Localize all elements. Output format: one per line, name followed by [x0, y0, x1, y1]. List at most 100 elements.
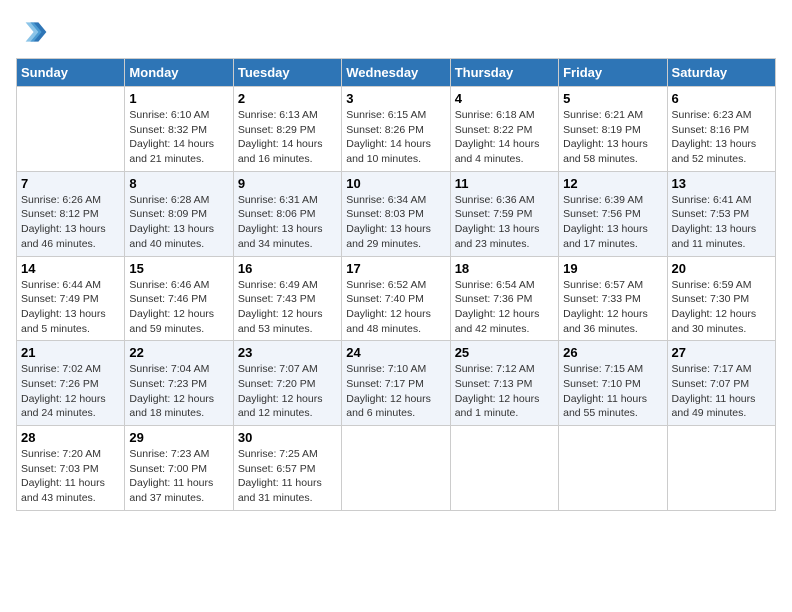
calendar-cell: 19 Sunrise: 6:57 AMSunset: 7:33 PMDayligh…	[559, 256, 667, 341]
calendar-cell: 27 Sunrise: 7:17 AMSunset: 7:07 PMDayligh…	[667, 341, 775, 426]
day-info: Sunrise: 6:52 AMSunset: 7:40 PMDaylight:…	[346, 278, 445, 337]
calendar-cell: 3 Sunrise: 6:15 AMSunset: 8:26 PMDaylight…	[342, 87, 450, 172]
calendar-cell: 14 Sunrise: 6:44 AMSunset: 7:49 PMDayligh…	[17, 256, 125, 341]
day-number: 10	[346, 176, 445, 191]
calendar-cell: 25 Sunrise: 7:12 AMSunset: 7:13 PMDayligh…	[450, 341, 558, 426]
day-info: Sunrise: 6:57 AMSunset: 7:33 PMDaylight:…	[563, 278, 662, 337]
day-info: Sunrise: 6:44 AMSunset: 7:49 PMDaylight:…	[21, 278, 120, 337]
day-info: Sunrise: 7:10 AMSunset: 7:17 PMDaylight:…	[346, 362, 445, 421]
weekday-header: Thursday	[450, 59, 558, 87]
day-info: Sunrise: 6:31 AMSunset: 8:06 PMDaylight:…	[238, 193, 337, 252]
calendar-cell: 12 Sunrise: 6:39 AMSunset: 7:56 PMDayligh…	[559, 171, 667, 256]
calendar-cell: 4 Sunrise: 6:18 AMSunset: 8:22 PMDaylight…	[450, 87, 558, 172]
calendar-cell	[342, 426, 450, 511]
calendar-cell: 30Sunrise: 7:25 AMSunset: 6:57 PMDayligh…	[233, 426, 341, 511]
calendar-cell: 1 Sunrise: 6:10 AMSunset: 8:32 PMDaylight…	[125, 87, 233, 172]
calendar-cell: 29 Sunrise: 7:23 AMSunset: 7:00 PMDayligh…	[125, 426, 233, 511]
day-info: Sunrise: 6:15 AMSunset: 8:26 PMDaylight:…	[346, 108, 445, 167]
day-number: 25	[455, 345, 554, 360]
calendar-cell: 6 Sunrise: 6:23 AMSunset: 8:16 PMDaylight…	[667, 87, 775, 172]
calendar-cell	[559, 426, 667, 511]
day-number: 24	[346, 345, 445, 360]
day-number: 18	[455, 261, 554, 276]
day-number: 1	[129, 91, 228, 106]
calendar-cell: 10Sunrise: 6:34 AMSunset: 8:03 PMDayligh…	[342, 171, 450, 256]
calendar-cell	[17, 87, 125, 172]
day-number: 2	[238, 91, 337, 106]
day-number: 12	[563, 176, 662, 191]
day-number: 17	[346, 261, 445, 276]
calendar-body: 1 Sunrise: 6:10 AMSunset: 8:32 PMDaylight…	[17, 87, 776, 511]
day-number: 11	[455, 176, 554, 191]
weekday-header: Friday	[559, 59, 667, 87]
day-info: Sunrise: 7:15 AMSunset: 7:10 PMDaylight:…	[563, 362, 662, 421]
calendar-cell: 28Sunrise: 7:20 AMSunset: 7:03 PMDayligh…	[17, 426, 125, 511]
calendar-cell: 7 Sunrise: 6:26 AMSunset: 8:12 PMDaylight…	[17, 171, 125, 256]
calendar-cell: 21Sunrise: 7:02 AMSunset: 7:26 PMDayligh…	[17, 341, 125, 426]
day-number: 28	[21, 430, 120, 445]
calendar-table: SundayMondayTuesdayWednesdayThursdayFrid…	[16, 58, 776, 511]
calendar-cell: 2 Sunrise: 6:13 AMSunset: 8:29 PMDaylight…	[233, 87, 341, 172]
calendar-header: SundayMondayTuesdayWednesdayThursdayFrid…	[17, 59, 776, 87]
calendar-cell: 13 Sunrise: 6:41 AMSunset: 7:53 PMDayligh…	[667, 171, 775, 256]
calendar-week-row: 14 Sunrise: 6:44 AMSunset: 7:49 PMDayligh…	[17, 256, 776, 341]
weekday-header: Tuesday	[233, 59, 341, 87]
day-info: Sunrise: 6:21 AMSunset: 8:19 PMDaylight:…	[563, 108, 662, 167]
day-number: 19	[563, 261, 662, 276]
logo-icon	[16, 16, 48, 48]
day-info: Sunrise: 7:23 AMSunset: 7:00 PMDaylight:…	[129, 447, 228, 506]
calendar-cell: 11 Sunrise: 6:36 AMSunset: 7:59 PMDayligh…	[450, 171, 558, 256]
calendar-week-row: 21Sunrise: 7:02 AMSunset: 7:26 PMDayligh…	[17, 341, 776, 426]
day-number: 7	[21, 176, 120, 191]
weekday-header: Saturday	[667, 59, 775, 87]
day-info: Sunrise: 6:10 AMSunset: 8:32 PMDaylight:…	[129, 108, 228, 167]
page-header	[16, 16, 776, 48]
weekday-header: Monday	[125, 59, 233, 87]
weekday-header: Wednesday	[342, 59, 450, 87]
day-number: 14	[21, 261, 120, 276]
calendar-cell: 15 Sunrise: 6:46 AMSunset: 7:46 PMDayligh…	[125, 256, 233, 341]
calendar-cell: 8 Sunrise: 6:28 AMSunset: 8:09 PMDaylight…	[125, 171, 233, 256]
weekday-header: Sunday	[17, 59, 125, 87]
day-info: Sunrise: 6:13 AMSunset: 8:29 PMDaylight:…	[238, 108, 337, 167]
calendar-week-row: 28Sunrise: 7:20 AMSunset: 7:03 PMDayligh…	[17, 426, 776, 511]
day-number: 30	[238, 430, 337, 445]
logo	[16, 16, 52, 48]
day-info: Sunrise: 6:26 AMSunset: 8:12 PMDaylight:…	[21, 193, 120, 252]
day-info: Sunrise: 6:59 AMSunset: 7:30 PMDaylight:…	[672, 278, 771, 337]
day-info: Sunrise: 7:07 AMSunset: 7:20 PMDaylight:…	[238, 362, 337, 421]
day-info: Sunrise: 7:04 AMSunset: 7:23 PMDaylight:…	[129, 362, 228, 421]
day-info: Sunrise: 6:49 AMSunset: 7:43 PMDaylight:…	[238, 278, 337, 337]
day-info: Sunrise: 6:46 AMSunset: 7:46 PMDaylight:…	[129, 278, 228, 337]
day-info: Sunrise: 6:23 AMSunset: 8:16 PMDaylight:…	[672, 108, 771, 167]
day-number: 15	[129, 261, 228, 276]
day-number: 9	[238, 176, 337, 191]
day-number: 29	[129, 430, 228, 445]
calendar-cell: 17 Sunrise: 6:52 AMSunset: 7:40 PMDayligh…	[342, 256, 450, 341]
day-number: 5	[563, 91, 662, 106]
day-info: Sunrise: 6:54 AMSunset: 7:36 PMDaylight:…	[455, 278, 554, 337]
day-number: 27	[672, 345, 771, 360]
calendar-week-row: 1 Sunrise: 6:10 AMSunset: 8:32 PMDaylight…	[17, 87, 776, 172]
day-number: 26	[563, 345, 662, 360]
day-number: 13	[672, 176, 771, 191]
day-number: 6	[672, 91, 771, 106]
day-number: 8	[129, 176, 228, 191]
day-info: Sunrise: 6:39 AMSunset: 7:56 PMDaylight:…	[563, 193, 662, 252]
day-number: 21	[21, 345, 120, 360]
calendar-cell: 18 Sunrise: 6:54 AMSunset: 7:36 PMDayligh…	[450, 256, 558, 341]
calendar-cell: 16Sunrise: 6:49 AMSunset: 7:43 PMDayligh…	[233, 256, 341, 341]
day-info: Sunrise: 7:12 AMSunset: 7:13 PMDaylight:…	[455, 362, 554, 421]
day-number: 3	[346, 91, 445, 106]
calendar-week-row: 7 Sunrise: 6:26 AMSunset: 8:12 PMDaylight…	[17, 171, 776, 256]
day-info: Sunrise: 6:41 AMSunset: 7:53 PMDaylight:…	[672, 193, 771, 252]
calendar-cell: 5 Sunrise: 6:21 AMSunset: 8:19 PMDaylight…	[559, 87, 667, 172]
day-number: 4	[455, 91, 554, 106]
day-number: 22	[129, 345, 228, 360]
calendar-cell: 23Sunrise: 7:07 AMSunset: 7:20 PMDayligh…	[233, 341, 341, 426]
header-row: SundayMondayTuesdayWednesdayThursdayFrid…	[17, 59, 776, 87]
day-info: Sunrise: 6:28 AMSunset: 8:09 PMDaylight:…	[129, 193, 228, 252]
day-info: Sunrise: 6:36 AMSunset: 7:59 PMDaylight:…	[455, 193, 554, 252]
day-info: Sunrise: 6:18 AMSunset: 8:22 PMDaylight:…	[455, 108, 554, 167]
day-info: Sunrise: 7:17 AMSunset: 7:07 PMDaylight:…	[672, 362, 771, 421]
